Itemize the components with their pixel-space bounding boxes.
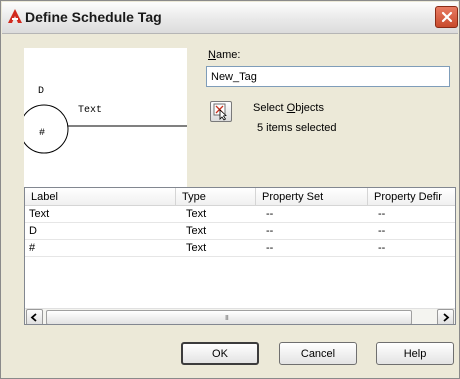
window-title: Define Schedule Tag: [25, 9, 162, 25]
scrollbar-thumb[interactable]: III: [46, 310, 412, 324]
cell-label: #: [29, 242, 36, 254]
table-row[interactable]: Text Text -- --: [25, 207, 455, 223]
column-header-property-definition[interactable]: Property Defir: [368, 188, 455, 206]
scroll-left-button[interactable]: [26, 309, 43, 324]
cell-property-definition: --: [378, 208, 386, 220]
cell-property-definition: --: [378, 225, 386, 237]
ok-button[interactable]: OK: [181, 342, 259, 365]
cell-label: D: [29, 225, 37, 237]
horizontal-scrollbar[interactable]: III: [25, 308, 455, 324]
cancel-button[interactable]: Cancel: [279, 342, 357, 365]
name-label-mnemonic: N: [208, 49, 216, 61]
attribute-grid[interactable]: Label Type Property Set Property Defir T…: [24, 187, 456, 325]
select-objects-label: Select Objects: [253, 102, 324, 114]
cell-type: Text: [186, 208, 207, 220]
scroll-right-icon: [443, 313, 450, 322]
selection-status: 5 items selected: [257, 122, 337, 134]
select-objects-button[interactable]: [210, 101, 232, 122]
title-bar[interactable]: Define Schedule Tag: [2, 2, 458, 34]
cell-label: Text: [29, 208, 50, 220]
dialog-body: D Text # Name: Select Objects 5 items se…: [2, 35, 458, 378]
autocad-app-icon: [8, 9, 22, 23]
define-schedule-tag-dialog: Define Schedule Tag D Text # Name: New_T…: [0, 0, 460, 379]
preview-attribute-number: #: [39, 128, 45, 139]
column-header-type[interactable]: Type: [176, 188, 256, 206]
select-objects-mnemonic: O: [286, 102, 296, 114]
close-icon: [441, 11, 452, 23]
tag-preview-drawing: D Text #: [19, 86, 187, 154]
column-header-label[interactable]: Label: [25, 188, 176, 206]
cell-property-set: --: [266, 242, 274, 254]
name-label: Name:: [208, 49, 241, 61]
cell-property-set: --: [266, 208, 274, 220]
tag-preview: D Text #: [19, 48, 187, 199]
grid-header: Label Type Property Set Property Defir: [25, 188, 455, 206]
help-button[interactable]: Help: [376, 342, 454, 365]
close-button[interactable]: [435, 6, 458, 28]
cell-type: Text: [186, 242, 207, 254]
scroll-right-button[interactable]: [437, 309, 454, 324]
cell-type: Text: [186, 225, 207, 237]
cell-property-definition: --: [378, 242, 386, 254]
name-input[interactable]: [206, 66, 450, 87]
scrollbar-grip: III: [225, 315, 229, 322]
cell-property-set: --: [266, 225, 274, 237]
column-header-property-set[interactable]: Property Set: [256, 188, 368, 206]
select-objects-icon: [213, 103, 227, 121]
preview-attribute-d: D: [38, 86, 44, 97]
table-row[interactable]: D Text -- --: [25, 224, 455, 240]
scroll-left-icon: [30, 313, 37, 322]
preview-attribute-text: Text: [78, 105, 102, 116]
table-row[interactable]: # Text -- --: [25, 241, 455, 257]
